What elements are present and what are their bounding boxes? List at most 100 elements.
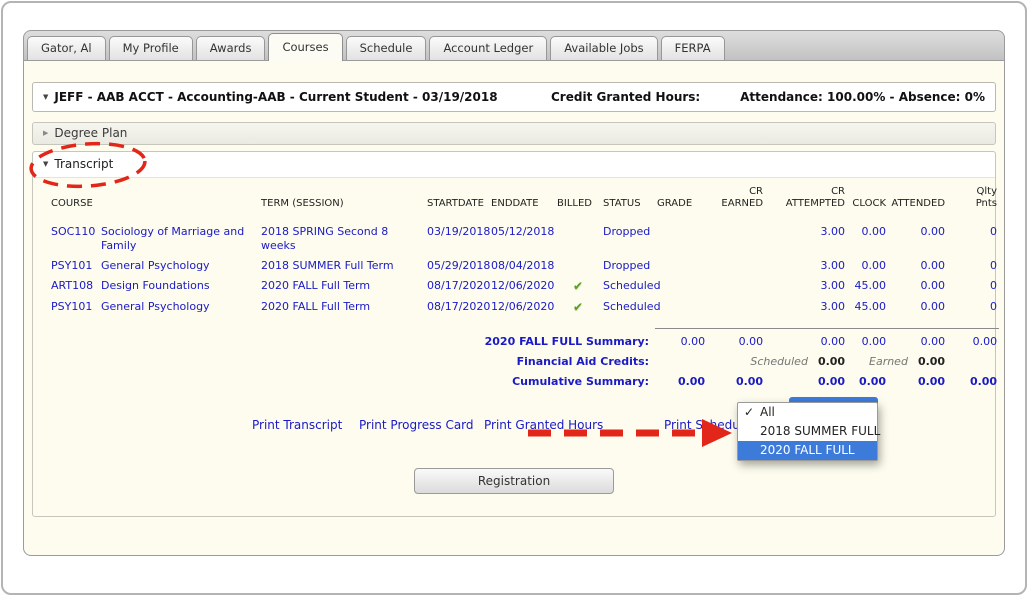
- course-code-link[interactable]: SOC110: [51, 225, 95, 238]
- registration-button[interactable]: Registration: [414, 468, 614, 494]
- startdate-cell: 03/19/2018: [427, 225, 491, 238]
- transcript-section-header[interactable]: ▼ Transcript: [33, 152, 995, 178]
- qlty-pnts-cell: 0: [990, 225, 998, 238]
- link-print-transcript[interactable]: Print Transcript: [252, 418, 342, 432]
- grade-cell: [655, 256, 707, 276]
- financial-aid-scheduled: Scheduled 0.00: [750, 355, 846, 368]
- status-cell: Dropped: [603, 225, 651, 238]
- startdate-cell: 05/29/2018: [427, 259, 491, 272]
- financial-aid-row: Financial Aid Credits: Scheduled 0.00 Ear…: [49, 352, 999, 372]
- clock-cell: 0.00: [861, 259, 887, 272]
- transcript-label: Transcript: [54, 157, 114, 171]
- summary-value: 0.00: [677, 375, 706, 388]
- billed-check-icon: ✔: [572, 279, 584, 293]
- clock-cell: 45.00: [854, 300, 887, 313]
- dropdown-option-all[interactable]: ✓ All: [738, 403, 877, 422]
- clock-cell: 45.00: [854, 279, 887, 292]
- term-cell: 2020 FALL Full Term: [261, 279, 371, 292]
- collapse-arrow-icon: ▼: [43, 93, 49, 101]
- cr-earned-cell: [707, 276, 765, 297]
- attended-cell: 0.00: [920, 279, 946, 292]
- column-header-term: TERM (SESSION): [261, 198, 344, 209]
- summary-value: 0.00: [655, 328, 708, 352]
- clock-cell: 0.00: [861, 225, 887, 238]
- cr-attempted-cell: 3.00: [820, 300, 846, 313]
- enddate-cell: 08/04/2018: [491, 259, 555, 272]
- link-print-progress-card[interactable]: Print Progress Card: [359, 418, 474, 432]
- course-name-link[interactable]: General Psychology: [101, 300, 210, 313]
- cr-attempted-cell: 3.00: [820, 225, 846, 238]
- cr-earned-cell: [707, 297, 765, 318]
- summary-value: 0.00: [847, 328, 889, 352]
- startdate-cell: 08/17/2020: [427, 279, 491, 292]
- tab-ferpa[interactable]: FERPA: [660, 36, 725, 60]
- tab-my-profile[interactable]: My Profile: [108, 36, 193, 60]
- qlty-pnts-cell: 0: [990, 300, 998, 313]
- term-filter-dropdown: ✓ All 2018 SUMMER FULL 2020 FALL FULL: [737, 402, 880, 461]
- cumulative-summary-label: Cumulative Summary:: [512, 375, 650, 388]
- table-row: SOC110 Sociology of Marriage and Family …: [49, 222, 999, 256]
- table-header-row: COURSE TERM (SESSION) STARTDATE ENDDATE …: [49, 180, 999, 222]
- column-header-cr-earned: CR EARNED: [721, 186, 764, 209]
- transcript-summary-table: 2020 FALL FULL Summary: 0.00 0.00 0.00 0…: [49, 328, 1000, 392]
- startdate-cell: 08/17/2020: [427, 300, 491, 313]
- table-row: PSY101 General Psychology 2020 FALL Full…: [49, 297, 999, 318]
- cr-attempted-cell: 3.00: [820, 279, 846, 292]
- column-header-grade: GRADE: [657, 198, 693, 209]
- student-info: JEFF - AAB ACCT - Accounting-AAB - Curre…: [54, 90, 498, 104]
- qlty-pnts-cell: 0: [990, 259, 998, 272]
- transcript-body: COURSE TERM (SESSION) STARTDATE ENDDATE …: [33, 178, 1000, 516]
- table-row: ART108 Design Foundations 2020 FALL Full…: [49, 276, 999, 297]
- tab-available-jobs[interactable]: Available Jobs: [550, 36, 658, 60]
- registration-row: Registration: [33, 468, 995, 494]
- grade-cell: [655, 222, 707, 256]
- summary-value: 0.00: [707, 328, 766, 352]
- tab-courses[interactable]: Courses: [268, 33, 343, 61]
- course-name-link[interactable]: Design Foundations: [101, 279, 210, 292]
- enddate-cell: 05/12/2018: [491, 225, 555, 238]
- table-row: PSY101 General Psychology 2018 SUMMER Fu…: [49, 256, 999, 276]
- tab-bar: Gator, Al My Profile Awards Courses Sche…: [23, 30, 1005, 61]
- cr-earned-cell: [707, 256, 765, 276]
- course-name-link[interactable]: Sociology of Marriage and Family: [101, 225, 244, 252]
- credit-granted-hours-label: Credit Granted Hours:: [551, 90, 701, 104]
- column-header-status: STATUS: [603, 198, 641, 209]
- column-header-qlty-pnts: Qlty Pnts: [975, 186, 998, 209]
- course-code-link[interactable]: PSY101: [51, 259, 92, 272]
- summary-value: 0.00: [735, 375, 764, 388]
- dropdown-option-2018-summer-full[interactable]: 2018 SUMMER FULL: [738, 422, 880, 441]
- checkmark-icon: ✓: [744, 405, 755, 419]
- term-cell: 2018 SPRING Second 8 weeks: [261, 225, 389, 252]
- tab-gator-al[interactable]: Gator, Al: [27, 36, 106, 60]
- courses-panel: ▼ JEFF - AAB ACCT - Accounting-AAB - Curr…: [23, 60, 1005, 556]
- student-header-bar[interactable]: ▼ JEFF - AAB ACCT - Accounting-AAB - Curr…: [32, 82, 996, 112]
- tab-account-ledger[interactable]: Account Ledger: [429, 36, 548, 60]
- term-summary-row: 2020 FALL FULL Summary: 0.00 0.00 0.00 0…: [49, 328, 1000, 352]
- column-header-course: COURSE: [51, 198, 93, 209]
- term-cell: 2020 FALL Full Term: [261, 300, 371, 313]
- course-code-link[interactable]: ART108: [51, 279, 93, 292]
- cr-earned-cell: [707, 222, 765, 256]
- transcript-table: COURSE TERM (SESSION) STARTDATE ENDDATE …: [49, 180, 999, 318]
- tab-awards[interactable]: Awards: [195, 36, 266, 60]
- column-header-billed: BILLED: [557, 198, 592, 209]
- attended-cell: 0.00: [920, 300, 946, 313]
- qlty-pnts-cell: 0: [990, 279, 998, 292]
- column-header-cr-attempted: CR ATTEMPTED: [785, 186, 846, 209]
- term-summary-label: 2020 FALL FULL Summary:: [484, 334, 650, 348]
- enddate-cell: 12/06/2020: [491, 300, 555, 313]
- collapse-arrow-icon: ▼: [43, 160, 49, 168]
- tab-schedule[interactable]: Schedule: [345, 36, 427, 60]
- course-name-link[interactable]: General Psychology: [101, 259, 210, 272]
- status-cell: Dropped: [603, 259, 651, 272]
- dropdown-option-2020-fall-full[interactable]: 2020 FALL FULL: [738, 441, 877, 460]
- attendance-summary: Attendance: 100.00% - Absence: 0%: [740, 90, 985, 104]
- course-code-link[interactable]: PSY101: [51, 300, 92, 313]
- summary-value: 0.00: [858, 375, 887, 388]
- link-print-granted-hours[interactable]: Print Granted Hours: [484, 418, 603, 432]
- term-cell: 2018 SUMMER Full Term: [261, 259, 394, 272]
- degree-plan-section-header[interactable]: ▶ Degree Plan: [32, 122, 996, 145]
- degree-plan-label: Degree Plan: [54, 126, 128, 140]
- grade-cell: [655, 297, 707, 318]
- transcript-section: ▼ Transcript COURSE TERM (SESSION) START…: [32, 151, 1000, 517]
